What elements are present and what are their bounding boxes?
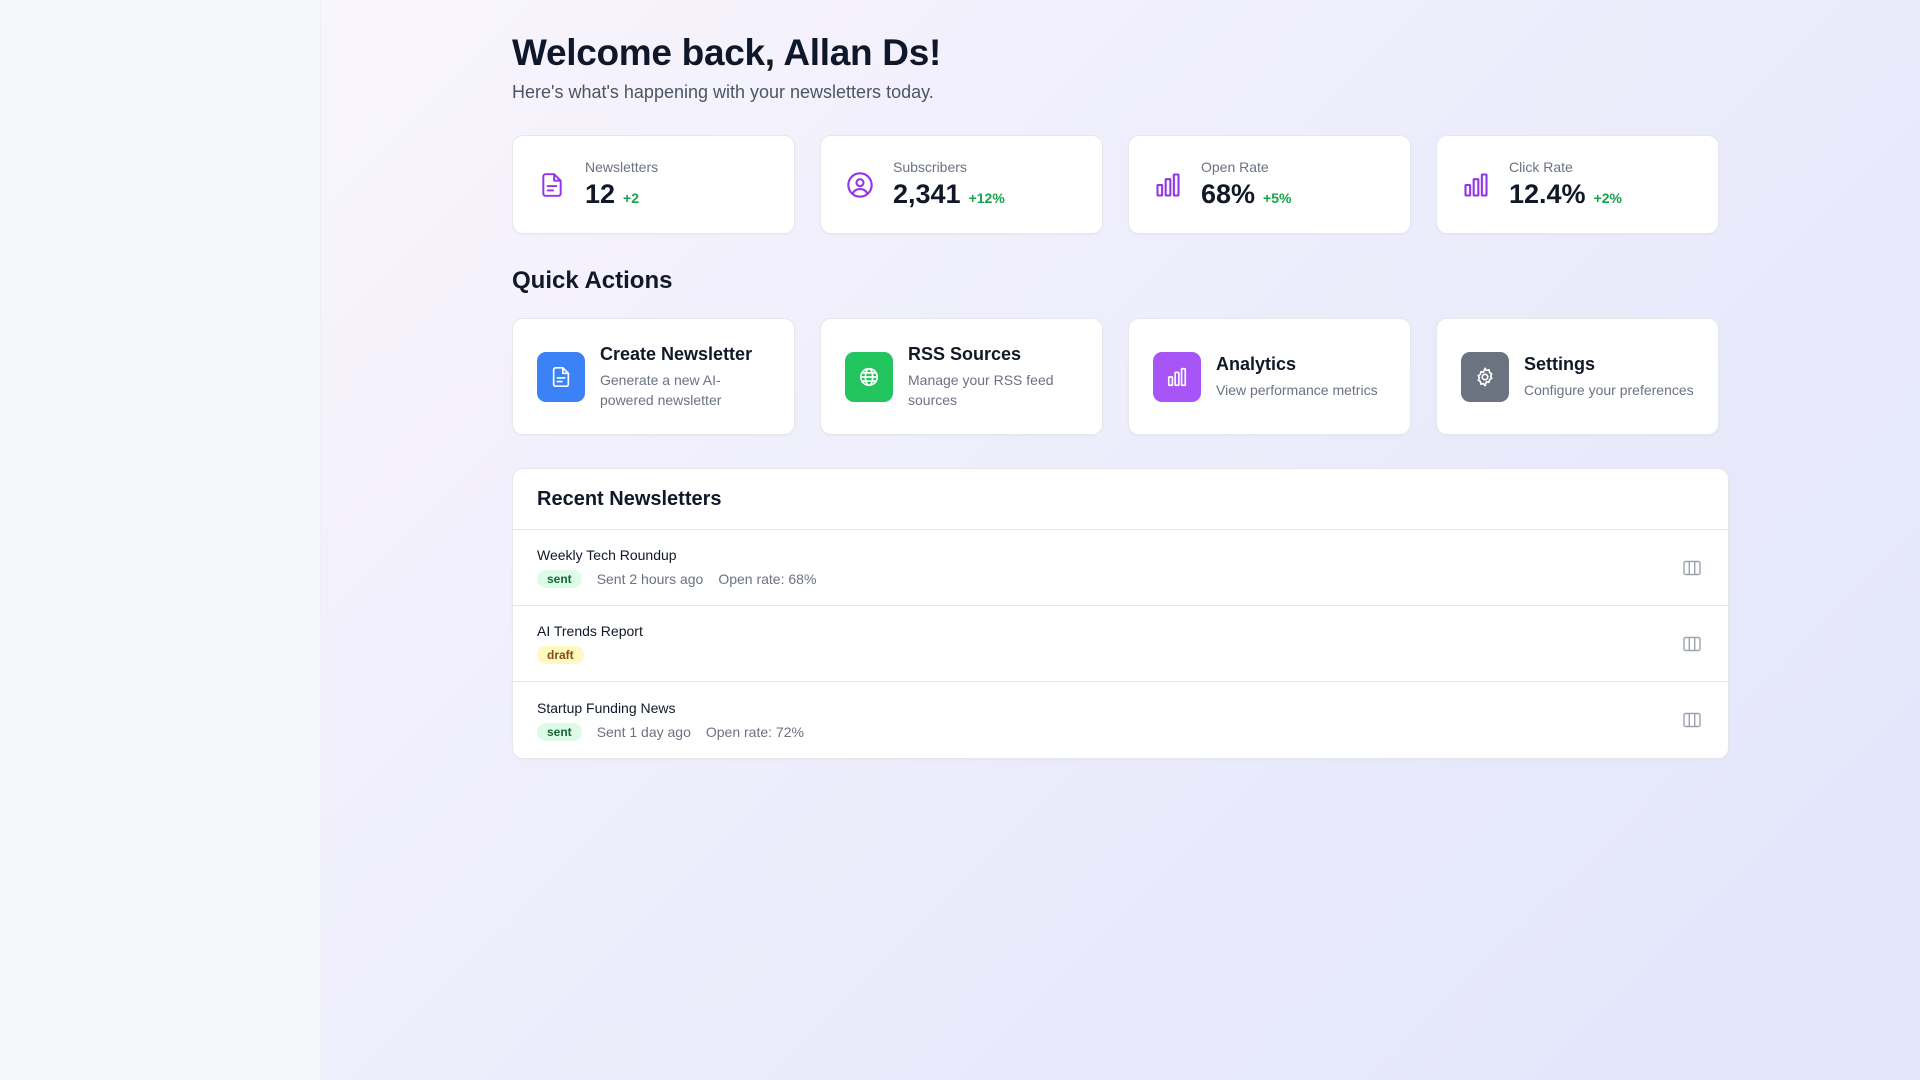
columns-icon[interactable] — [1680, 632, 1704, 656]
newsletter-title: Startup Funding News — [537, 699, 676, 716]
newsletter-title: AI Trends Report — [537, 623, 643, 639]
sent-time: Sent 1 day ago — [596, 723, 691, 740]
columns-icon[interactable] — [1680, 556, 1704, 580]
bar-chart-icon — [1153, 170, 1183, 200]
action-title: Create Newsletter — [600, 343, 753, 364]
action-desc: View performance metrics — [1216, 381, 1378, 398]
list-item[interactable]: Weekly Tech Roundup sent Sent 2 hours ag… — [513, 530, 1728, 606]
action-title: Settings — [1524, 353, 1596, 374]
bar-chart-icon — [1461, 170, 1491, 200]
action-desc: Configure your preferences — [1524, 381, 1694, 398]
document-icon — [537, 170, 567, 200]
user-circle-icon — [845, 170, 875, 200]
stat-label: Subscribers — [893, 159, 967, 175]
stat-value: 12.4% — [1509, 179, 1586, 209]
action-title: RSS Sources — [908, 343, 1022, 364]
status-badge: sent — [537, 722, 582, 741]
sent-time: Sent 2 hours ago — [596, 571, 704, 587]
stat-change: +12% — [968, 190, 1005, 206]
stat-change: +2 — [623, 190, 640, 206]
analytics-button[interactable]: Analytics View performance metrics — [1128, 318, 1411, 435]
recent-newsletters-header: Recent Newsletters — [513, 469, 1728, 530]
stat-card-newsletters: Newsletters 12 +2 — [512, 135, 795, 234]
quick-actions-title: Quick Actions — [512, 267, 673, 294]
action-desc: Generate a new AI-powered newsletter — [600, 371, 722, 408]
stat-label: Click Rate — [1509, 159, 1573, 175]
gear-icon — [1461, 351, 1509, 402]
page-subtitle: Here's what's happening with your newsle… — [512, 82, 934, 102]
stat-change: +5% — [1263, 190, 1292, 206]
stat-card-open-rate: Open Rate 68% +5% — [1128, 135, 1411, 234]
rss-sources-button[interactable]: RSS Sources Manage your RSS feed sources — [820, 318, 1103, 435]
settings-button[interactable]: Settings Configure your preferences — [1436, 318, 1719, 435]
recent-newsletters-panel: Recent Newsletters Weekly Tech Roundup s… — [512, 468, 1729, 759]
quick-actions-row: Create Newsletter Generate a new AI-powe… — [512, 318, 1727, 435]
stat-change: +2% — [1593, 190, 1622, 206]
bar-chart-icon — [1153, 351, 1201, 402]
newsletter-title: Weekly Tech Roundup — [537, 547, 677, 563]
status-badge: draft — [537, 646, 584, 664]
globe-icon — [845, 351, 893, 402]
status-badge: sent — [537, 570, 582, 588]
stat-label: Newsletters — [585, 159, 659, 175]
sidebar — [0, 0, 321, 1080]
action-desc: Manage your RSS feed sources — [908, 371, 1054, 408]
create-newsletter-button[interactable]: Create Newsletter Generate a new AI-powe… — [512, 318, 795, 435]
list-item[interactable]: Startup Funding News sent Sent 1 day ago… — [513, 682, 1728, 758]
stat-card-subscribers: Subscribers 2,341 +12% — [820, 135, 1103, 234]
page-title: Welcome back, Allan Ds! — [512, 32, 942, 73]
action-title: Analytics — [1216, 353, 1297, 374]
list-item[interactable]: AI Trends Report draft — [513, 606, 1728, 682]
main-content: Welcome back, Allan Ds! Here's what's ha… — [512, 30, 1729, 759]
open-rate: Open rate: 72% — [705, 723, 804, 740]
stats-row: Newsletters 12 +2 Subscribers 2,341 +12% — [512, 135, 1727, 234]
open-rate: Open rate: 68% — [718, 571, 817, 587]
columns-icon[interactable] — [1680, 708, 1704, 732]
stat-value: 68% — [1201, 179, 1256, 209]
stat-value: 2,341 — [893, 179, 961, 209]
stat-card-click-rate: Click Rate 12.4% +2% — [1436, 135, 1719, 234]
stat-label: Open Rate — [1201, 159, 1269, 175]
stat-value: 12 — [585, 179, 616, 209]
recent-newsletters-title: Recent Newsletters — [537, 487, 722, 510]
document-icon — [537, 351, 585, 402]
